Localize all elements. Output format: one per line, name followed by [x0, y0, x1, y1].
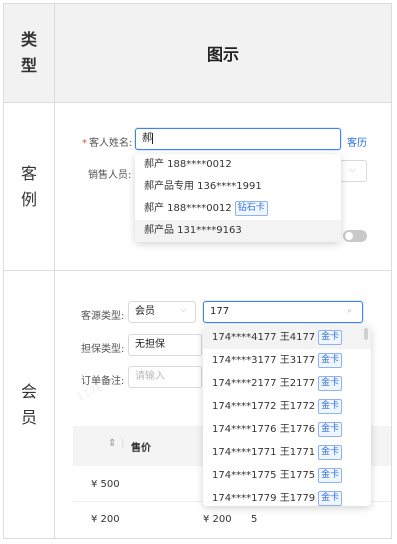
gold-card-tag: 金卡	[318, 352, 343, 368]
sales-label: 销售人员:	[88, 170, 132, 181]
row-label-char: 员	[20, 407, 37, 427]
chevron-down-icon: ⌵	[349, 165, 356, 175]
quantity-cell: 5	[251, 514, 258, 525]
dropdown-scrollbar[interactable]	[364, 328, 368, 340]
customer-row: 客例 * 客人姓名: 郝 客历 销售人员: ⌵ 郝产 188****0012 郝产…	[3, 102, 392, 271]
customer-history-link[interactable]: 客历	[347, 134, 367, 149]
comparison-table: 类型 图示 客例 * 客人姓名: 郝 客历 销售人员: ⌵ 郝产 188****0…	[3, 3, 392, 539]
price-cell: ¥ 200	[91, 514, 120, 525]
suggestion-option[interactable]: 郝产 188****0012	[135, 154, 341, 176]
member-row-label: 会员	[3, 270, 55, 539]
gold-card-tag: 金卡	[318, 467, 343, 483]
search-icon[interactable]: ⌕	[347, 306, 352, 316]
gold-card-tag: 金卡	[318, 375, 343, 391]
customer-row-label: 客例	[3, 102, 55, 271]
name-label: * 客人姓名:	[82, 138, 133, 149]
price-column-header: 售价	[131, 443, 151, 454]
price-cell: ¥ 200	[203, 514, 232, 525]
diamond-card-tag: 钻石卡	[234, 200, 268, 216]
member-result-option[interactable]: 174****1771 王1771 金卡	[203, 441, 371, 464]
price-cell: ¥ 500	[91, 479, 120, 490]
type-header-char: 型	[20, 56, 37, 75]
gold-card-tag: 金卡	[318, 421, 343, 437]
member-result-option[interactable]: 174****1776 王1776 金卡	[203, 418, 371, 441]
customer-illustration: * 客人姓名: 郝 客历 销售人员: ⌵ 郝产 188****0012 郝产品专用…	[54, 102, 392, 271]
name-suggestion-dropdown: 郝产 188****0012 郝产品专用 136****1991 郝产 188*…	[135, 154, 341, 242]
document-frame: 类型 图示 客例 * 客人姓名: 郝 客历 销售人员: ⌵ 郝产 188****0…	[0, 0, 397, 544]
remark-input[interactable]: 请输入	[128, 366, 202, 388]
remark-label: 订单备注:	[81, 376, 125, 387]
suggestion-option[interactable]: 郝产 188****0012 钻石卡	[135, 198, 341, 220]
customer-name-input[interactable]: 郝	[135, 128, 341, 150]
member-result-option[interactable]: 174****1779 王1779 金卡	[203, 487, 371, 506]
type-header-char: 类	[20, 30, 37, 49]
row-label-char: 例	[20, 189, 37, 209]
gold-card-tag: 金卡	[318, 444, 343, 460]
member-illustration: 1176**** 客源类型: 会员 ⌵ 177 ⌕ 担保类型: 无担保 订单备注…	[54, 270, 392, 539]
header-row: 类型 图示	[3, 3, 392, 103]
gold-card-tag: 金卡	[318, 329, 343, 345]
member-search-input[interactable]: 177	[203, 301, 363, 323]
sort-icon[interactable]: ⇕	[108, 438, 116, 449]
toggle-switch[interactable]	[343, 230, 367, 242]
guarantee-type-select[interactable]: 无担保	[128, 334, 202, 356]
member-result-option[interactable]: 174****2177 王2177 金卡	[203, 372, 371, 395]
gold-card-tag: 金卡	[318, 490, 343, 506]
member-result-option[interactable]: 174****4177 王4177 金卡	[203, 326, 371, 349]
illustration-header: 图示	[54, 3, 392, 103]
member-row: 会员 1176**** 客源类型: 会员 ⌵ 177 ⌕ 担保类型: 无担保 订…	[3, 270, 392, 539]
type-header: 类型	[3, 3, 55, 103]
source-type-label: 客源类型:	[81, 311, 125, 322]
gold-card-tag: 金卡	[318, 398, 343, 414]
row-label-char: 会	[20, 381, 37, 401]
chevron-down-icon: ⌵	[180, 305, 187, 315]
member-result-option[interactable]: 174****3177 王3177 金卡	[203, 349, 371, 372]
member-result-option[interactable]: 174****1772 王1772 金卡	[203, 395, 371, 418]
suggestion-option[interactable]: 郝产品 131****9163	[135, 220, 341, 242]
row-label-char: 客	[20, 163, 37, 183]
suggestion-option[interactable]: 郝产品专用 136****1991	[135, 176, 341, 198]
guarantee-type-label: 担保类型:	[81, 344, 125, 355]
member-search-dropdown: 174****4177 王4177 金卡 174****3177 王3177 金卡 …	[203, 326, 371, 506]
member-result-option[interactable]: 174****1775 王1775 金卡	[203, 464, 371, 487]
